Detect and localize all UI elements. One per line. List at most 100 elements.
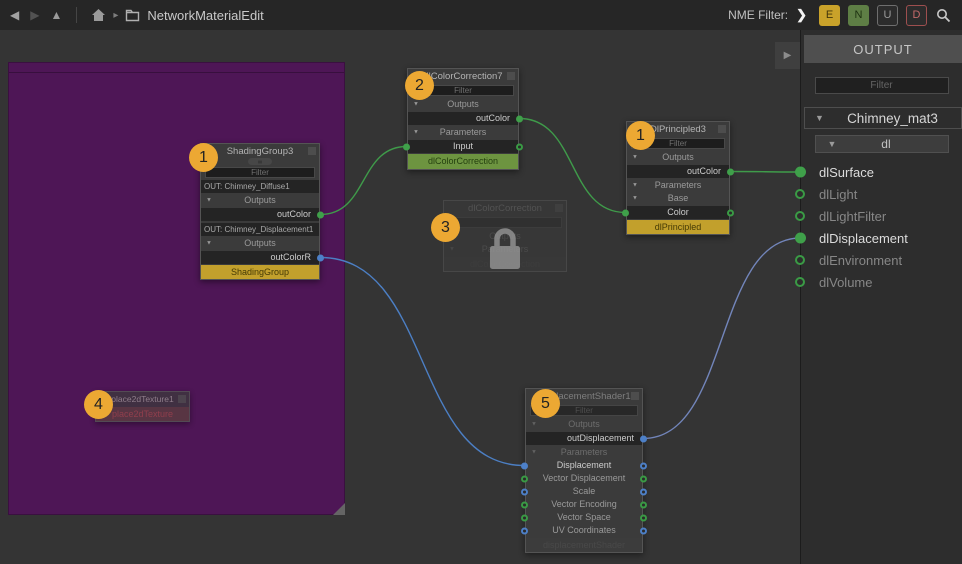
- terminal-port[interactable]: [795, 211, 805, 221]
- outputs-section-header[interactable]: ▼ Outputs: [526, 418, 642, 431]
- node-title-bar[interactable]: ShadingGroup3: [201, 144, 319, 158]
- backdrop-group[interactable]: [8, 62, 345, 515]
- filter-button-edited[interactable]: E: [819, 5, 840, 26]
- nav-forward-icon[interactable]: ▶: [30, 9, 39, 21]
- nav-up-icon[interactable]: ▲: [50, 9, 62, 21]
- port-label: Vector Space: [557, 512, 611, 522]
- section-label: Parameters: [655, 180, 702, 190]
- terminal-port[interactable]: [795, 255, 805, 265]
- displacement-input-port[interactable]: [521, 462, 528, 469]
- outcolor-output-port[interactable]: [727, 168, 734, 175]
- node-title-bar: dlColorCorrection: [444, 201, 566, 215]
- node-flag-icon[interactable]: [718, 125, 726, 133]
- panel-header: OUTPUT: [804, 35, 962, 63]
- triangle-right-icon: ▶: [784, 50, 792, 61]
- shader-group-row[interactable]: ▼ dl: [815, 135, 949, 153]
- terminal-port[interactable]: [795, 233, 806, 244]
- output-item-dllight[interactable]: dlLight: [801, 183, 962, 205]
- node-flag-icon[interactable]: [308, 147, 316, 155]
- parameters-section-header[interactable]: ▼ Parameters: [526, 446, 642, 459]
- color-pass-port[interactable]: [727, 209, 734, 216]
- scale-pass-port[interactable]: [640, 488, 647, 495]
- node-flag-icon[interactable]: [507, 72, 515, 80]
- collapse-pill-button[interactable]: [248, 158, 272, 165]
- section-label: Outputs: [568, 419, 600, 429]
- outputs-section-header[interactable]: ▼ Outputs: [201, 194, 319, 207]
- outputs-section-header[interactable]: ▼ Outputs: [201, 237, 319, 250]
- panel-filter-input[interactable]: [815, 77, 949, 94]
- triangle-down-icon: ▼: [632, 192, 638, 205]
- outputs-section-header[interactable]: ▼ Outputs: [408, 98, 518, 111]
- section-label: Outputs: [244, 238, 276, 248]
- input-port[interactable]: [403, 143, 410, 150]
- output-item-dlsurface[interactable]: dlSurface: [801, 161, 962, 183]
- expand-chevron-icon[interactable]: ❯: [796, 7, 807, 23]
- output-item-dldisplacement[interactable]: dlDisplacement: [801, 227, 962, 249]
- node-type-footer: displacementShader: [526, 538, 642, 552]
- triangle-down-icon[interactable]: ▼: [815, 113, 824, 123]
- filter-button-deleted[interactable]: D: [906, 5, 927, 26]
- parameters-section-header[interactable]: ▼ Parameters: [627, 179, 729, 192]
- triangle-down-icon: ▼: [531, 418, 537, 431]
- outcolor-output-port[interactable]: [516, 115, 523, 122]
- outcolor-row: outColor: [408, 112, 518, 125]
- output-item-dlvolume[interactable]: dlVolume: [801, 271, 962, 293]
- vector-displacement-pass-port[interactable]: [640, 475, 647, 482]
- node-filter-input[interactable]: [205, 167, 315, 178]
- vector-encoding-pass-port[interactable]: [640, 501, 647, 508]
- terminal-port[interactable]: [795, 189, 805, 199]
- breadcrumb-arrow-icon: ▸: [113, 10, 118, 21]
- vector-space-row: Vector Space: [526, 511, 642, 524]
- material-row[interactable]: ▼ Chimney_mat3: [804, 107, 962, 129]
- backdrop-resize-handle[interactable]: [333, 503, 345, 515]
- displacement-pass-port[interactable]: [640, 462, 647, 469]
- input-row: Input: [408, 140, 518, 153]
- node-type-footer: ShadingGroup: [201, 265, 319, 279]
- filter-button-unused[interactable]: U: [877, 5, 898, 26]
- node-title: dlColorCorrection7: [423, 71, 502, 82]
- scale-input-port[interactable]: [521, 488, 528, 495]
- input-pass-port[interactable]: [516, 143, 523, 150]
- base-section-header[interactable]: ▼ Base: [627, 192, 729, 205]
- nav-back-icon[interactable]: ◀: [10, 9, 19, 21]
- outcolorr-output-port[interactable]: [317, 254, 324, 261]
- outcolorr-row: outColorR: [201, 251, 319, 264]
- nme-filter-label: NME Filter:: [728, 8, 788, 22]
- displacement-row: Displacement: [526, 459, 642, 472]
- outdisplacement-row: outDisplacement: [526, 432, 642, 445]
- triangle-down-icon[interactable]: ▼: [828, 139, 837, 149]
- search-icon[interactable]: [935, 7, 952, 24]
- color-input-port[interactable]: [622, 209, 629, 216]
- uv-coordinates-input-port[interactable]: [521, 527, 528, 534]
- triangle-down-icon: ▼: [632, 179, 638, 192]
- vector-displacement-row: Vector Displacement: [526, 472, 642, 485]
- node-title: dlColorCorrection: [468, 203, 542, 214]
- section-label: Outputs: [662, 152, 694, 162]
- node-flag-icon[interactable]: [178, 395, 186, 403]
- parameters-section-header[interactable]: ▼ Parameters: [408, 126, 518, 139]
- panel-collapse-button[interactable]: ▶: [775, 42, 800, 69]
- port-label: Vector Displacement: [543, 473, 626, 483]
- outcolor-output-port[interactable]: [317, 211, 324, 218]
- section-label: Parameters: [440, 127, 487, 137]
- vector-space-pass-port[interactable]: [640, 514, 647, 521]
- node-flag-icon[interactable]: [631, 392, 639, 400]
- port-label: outColor: [277, 209, 311, 219]
- output-item-dllightfilter[interactable]: dlLightFilter: [801, 205, 962, 227]
- vector-displacement-input-port[interactable]: [521, 475, 528, 482]
- node-shading-group3[interactable]: ShadingGroup3 OUT: Chimney_Diffuse1 ▼ Ou…: [200, 143, 320, 280]
- terminal-port[interactable]: [795, 277, 805, 287]
- triangle-down-icon: ▼: [632, 151, 638, 164]
- order-badge: 2: [405, 71, 434, 100]
- filter-button-new[interactable]: N: [848, 5, 869, 26]
- output-item-dlenvironment[interactable]: dlEnvironment: [801, 249, 962, 271]
- scale-row: Scale: [526, 485, 642, 498]
- outputs-section-header[interactable]: ▼ Outputs: [627, 151, 729, 164]
- vector-space-input-port[interactable]: [521, 514, 528, 521]
- outdisplacement-output-port[interactable]: [640, 435, 647, 442]
- uv-coordinates-pass-port[interactable]: [640, 527, 647, 534]
- terminal-port[interactable]: [795, 167, 806, 178]
- home-icon[interactable]: [91, 8, 106, 22]
- vector-encoding-input-port[interactable]: [521, 501, 528, 508]
- node-color-correction-locked[interactable]: dlColorCorrection ▼ Outputs ▼ Parameters…: [443, 200, 567, 272]
